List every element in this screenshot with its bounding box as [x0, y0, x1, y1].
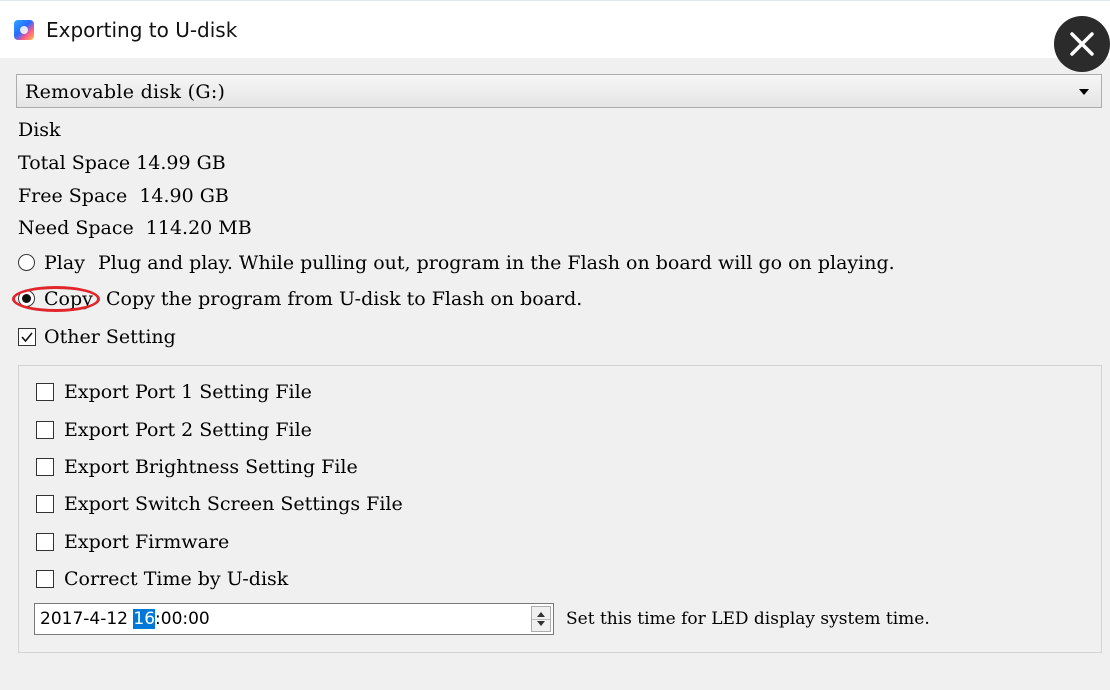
datetime-input[interactable]: 2017-4-12 16:00:00 [34, 603, 554, 635]
port1-checkbox[interactable] [36, 383, 54, 401]
close-icon [1070, 32, 1094, 56]
drive-select-value: Removable disk (G:) [25, 81, 226, 103]
other-setting-checkbox[interactable] [18, 328, 36, 346]
time-hint: Set this time for LED display system tim… [566, 609, 930, 629]
export-dialog: Exporting to U-disk Removable disk (G:) … [0, 0, 1110, 690]
copy-radio-desc: Copy the program from U-disk to Flash on… [106, 288, 583, 310]
app-icon [14, 20, 34, 40]
spin-down-icon[interactable] [537, 621, 545, 626]
total-space: Total Space 14.99 GB [18, 152, 226, 174]
copy-radio[interactable] [18, 290, 35, 307]
setting-item-label: Export Firmware [64, 531, 230, 553]
spin-up-icon[interactable] [537, 612, 545, 617]
setting-item-port2[interactable]: Export Port 2 Setting File [36, 418, 356, 442]
setting-item-port1[interactable]: Export Port 1 Setting File [36, 380, 356, 404]
setting-item-label: Correct Time by U-disk [64, 568, 289, 590]
spin-divider [532, 619, 550, 620]
play-radio-desc: Plug and play. While pulling out, progra… [98, 252, 895, 274]
copy-radio-label: Copy [44, 288, 93, 310]
title-bar-edge [0, 0, 1110, 5]
setting-item-switch-screen[interactable]: Export Switch Screen Settings File [36, 492, 436, 516]
datetime-value: 2017-4-12 16:00:00 [40, 609, 210, 629]
datetime-date: 2017-4-12 [40, 609, 134, 629]
chevron-down-icon [1079, 89, 1089, 95]
play-radio[interactable] [18, 254, 35, 271]
correct-time-checkbox[interactable] [36, 570, 54, 588]
play-radio-label: Play [44, 252, 85, 274]
setting-item-label: Export Port 2 Setting File [64, 419, 312, 441]
setting-item-firmware[interactable]: Export Firmware [36, 530, 256, 554]
need-space: Need Space 114.20 MB [18, 217, 252, 239]
firmware-checkbox[interactable] [36, 533, 54, 551]
brightness-checkbox[interactable] [36, 458, 54, 476]
close-button[interactable] [1054, 16, 1110, 72]
setting-item-correct-time[interactable]: Correct Time by U-disk [36, 567, 316, 591]
port2-checkbox[interactable] [36, 421, 54, 439]
setting-item-label: Export Brightness Setting File [64, 456, 358, 478]
disk-heading: Disk [18, 119, 61, 141]
datetime-hour-selected[interactable]: 16 [133, 609, 156, 629]
setting-item-label: Export Port 1 Setting File [64, 381, 312, 403]
mode-option-play[interactable]: Play Plug and play. While pulling out, p… [18, 250, 1108, 276]
mode-option-copy[interactable]: Copy Copy the program from U-disk to Fla… [18, 286, 718, 312]
datetime-rest: :00:00 [155, 609, 210, 629]
free-space: Free Space 14.90 GB [18, 185, 229, 207]
setting-item-label: Export Switch Screen Settings File [64, 493, 403, 515]
title-bar: Exporting to U-disk [0, 0, 1110, 58]
window-title: Exporting to U-disk [46, 18, 238, 42]
switch-screen-checkbox[interactable] [36, 495, 54, 513]
setting-item-brightness[interactable]: Export Brightness Setting File [36, 455, 396, 479]
other-setting-row[interactable]: Other Setting [18, 325, 218, 349]
drive-select[interactable]: Removable disk (G:) [16, 74, 1102, 108]
datetime-spinner[interactable] [531, 606, 551, 632]
checkmark-icon [21, 332, 33, 343]
other-setting-label: Other Setting [44, 326, 176, 348]
